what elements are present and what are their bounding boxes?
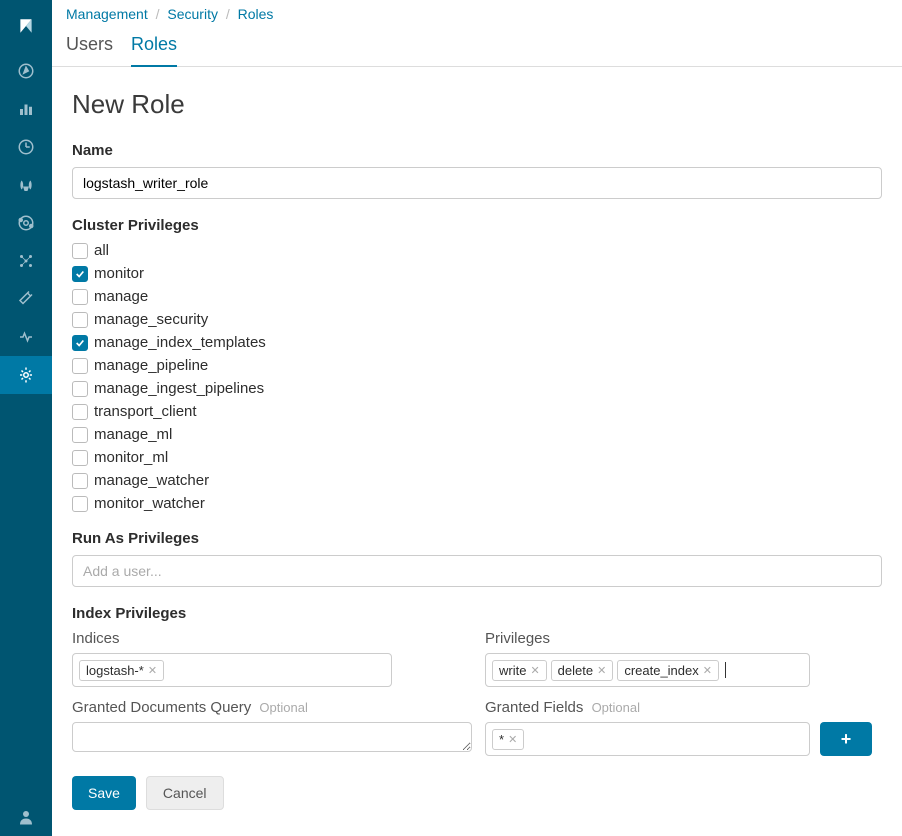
token[interactable]: write ✕ <box>492 660 547 681</box>
checkbox-label: manage_ml <box>94 426 172 443</box>
cluster-priv-list: all monitor manage manage_security manage_in… <box>72 242 882 512</box>
remove-token-icon[interactable]: ✕ <box>508 733 517 746</box>
checkbox-icon[interactable] <box>72 473 88 489</box>
tab-roles[interactable]: Roles <box>131 28 177 67</box>
breadcrumb-sep: / <box>156 6 160 22</box>
kibana-logo[interactable] <box>0 0 52 52</box>
checkbox-label: manage_pipeline <box>94 357 208 374</box>
cluster-priv-manage_ingest_pipelines[interactable]: manage_ingest_pipelines <box>72 380 882 397</box>
checkbox-icon[interactable] <box>72 404 88 420</box>
cluster-priv-manage_watcher[interactable]: manage_watcher <box>72 472 882 489</box>
run-as-input[interactable] <box>72 555 882 587</box>
checkbox-icon[interactable] <box>72 450 88 466</box>
granted-fields-label: Granted Fields Optional <box>485 699 882 716</box>
checkbox-label: transport_client <box>94 403 197 420</box>
cluster-priv-manage_ml[interactable]: manage_ml <box>72 426 882 443</box>
checkbox-icon[interactable] <box>72 266 88 282</box>
checkbox-icon[interactable] <box>72 427 88 443</box>
checkbox-label: monitor_watcher <box>94 495 205 512</box>
sidebar-management-icon[interactable] <box>0 356 52 394</box>
privileges-input[interactable]: write ✕ delete ✕ create_index ✕ <box>485 653 810 687</box>
sidebar-timelion-icon[interactable] <box>0 166 52 204</box>
breadcrumb: Management / Security / Roles <box>52 0 902 24</box>
run-as-label: Run As Privileges <box>72 530 882 547</box>
checkbox-icon[interactable] <box>72 243 88 259</box>
sidebar-monitoring-icon[interactable] <box>0 318 52 356</box>
checkbox-label: manage_watcher <box>94 472 209 489</box>
granted-docs-input[interactable] <box>72 722 472 752</box>
cluster-priv-transport_client[interactable]: transport_client <box>72 403 882 420</box>
sidebar-dashboard-icon[interactable] <box>0 128 52 166</box>
cluster-priv-manage_pipeline[interactable]: manage_pipeline <box>72 357 882 374</box>
remove-token-icon[interactable]: ✕ <box>148 664 157 677</box>
cluster-priv-all[interactable]: all <box>72 242 882 259</box>
token-label: * <box>499 732 504 747</box>
cluster-priv-label: Cluster Privileges <box>72 217 882 234</box>
breadcrumb-roles[interactable]: Roles <box>238 6 274 22</box>
breadcrumb-management[interactable]: Management <box>66 6 148 22</box>
checkbox-icon[interactable] <box>72 312 88 328</box>
sidebar-devtools-icon[interactable] <box>0 280 52 318</box>
index-priv-label: Index Privileges <box>72 605 882 622</box>
text-cursor <box>725 662 726 678</box>
cluster-priv-monitor_ml[interactable]: monitor_ml <box>72 449 882 466</box>
granted-docs-label: Granted Documents Query Optional <box>72 699 469 716</box>
name-label: Name <box>72 142 882 159</box>
remove-token-icon[interactable]: ✕ <box>530 664 539 677</box>
sidebar-visualize-icon[interactable] <box>0 90 52 128</box>
sidebar-user-icon[interactable] <box>0 798 52 836</box>
content: New Role Name Cluster Privileges all moni… <box>52 67 902 830</box>
granted-fields-input[interactable]: *✕ <box>485 722 810 756</box>
token[interactable]: create_index ✕ <box>617 660 719 681</box>
indices-label: Indices <box>72 630 469 647</box>
token-label: create_index <box>624 663 698 678</box>
cancel-button[interactable]: Cancel <box>146 776 224 810</box>
breadcrumb-security[interactable]: Security <box>167 6 218 22</box>
checkbox-icon[interactable] <box>72 381 88 397</box>
name-input[interactable] <box>72 167 882 199</box>
cluster-priv-monitor_watcher[interactable]: monitor_watcher <box>72 495 882 512</box>
breadcrumb-sep: / <box>226 6 230 22</box>
tabs: Users Roles <box>52 24 902 67</box>
main: Management / Security / Roles Users Role… <box>52 0 902 836</box>
cluster-priv-monitor[interactable]: monitor <box>72 265 882 282</box>
token-label: write <box>499 663 526 678</box>
sidebar-ml-icon[interactable] <box>0 204 52 242</box>
page-title: New Role <box>72 89 882 120</box>
checkbox-label: manage_ingest_pipelines <box>94 380 264 397</box>
token[interactable]: *✕ <box>492 729 524 750</box>
checkbox-label: monitor <box>94 265 144 282</box>
cluster-priv-manage_security[interactable]: manage_security <box>72 311 882 328</box>
cluster-priv-manage_index_templates[interactable]: manage_index_templates <box>72 334 882 351</box>
token-label: delete <box>558 663 593 678</box>
checkbox-icon[interactable] <box>72 289 88 305</box>
checkbox-label: manage_index_templates <box>94 334 266 351</box>
indices-input[interactable]: logstash-* ✕ <box>72 653 392 687</box>
checkbox-label: manage <box>94 288 148 305</box>
token[interactable]: logstash-* ✕ <box>79 660 164 681</box>
remove-token-icon[interactable]: ✕ <box>703 664 712 677</box>
token-label: logstash-* <box>86 663 144 678</box>
checkbox-label: monitor_ml <box>94 449 168 466</box>
sidebar-graph-icon[interactable] <box>0 242 52 280</box>
tab-users[interactable]: Users <box>66 28 113 66</box>
save-button[interactable]: Save <box>72 776 136 810</box>
sidebar-discover-icon[interactable] <box>0 52 52 90</box>
cluster-priv-manage[interactable]: manage <box>72 288 882 305</box>
add-index-priv-button[interactable]: + <box>820 722 872 756</box>
checkbox-icon[interactable] <box>72 496 88 512</box>
checkbox-label: all <box>94 242 109 259</box>
sidebar <box>0 0 52 836</box>
checkbox-icon[interactable] <box>72 335 88 351</box>
token[interactable]: delete ✕ <box>551 660 614 681</box>
remove-token-icon[interactable]: ✕ <box>597 664 606 677</box>
privileges-label: Privileges <box>485 630 882 647</box>
checkbox-label: manage_security <box>94 311 208 328</box>
checkbox-icon[interactable] <box>72 358 88 374</box>
